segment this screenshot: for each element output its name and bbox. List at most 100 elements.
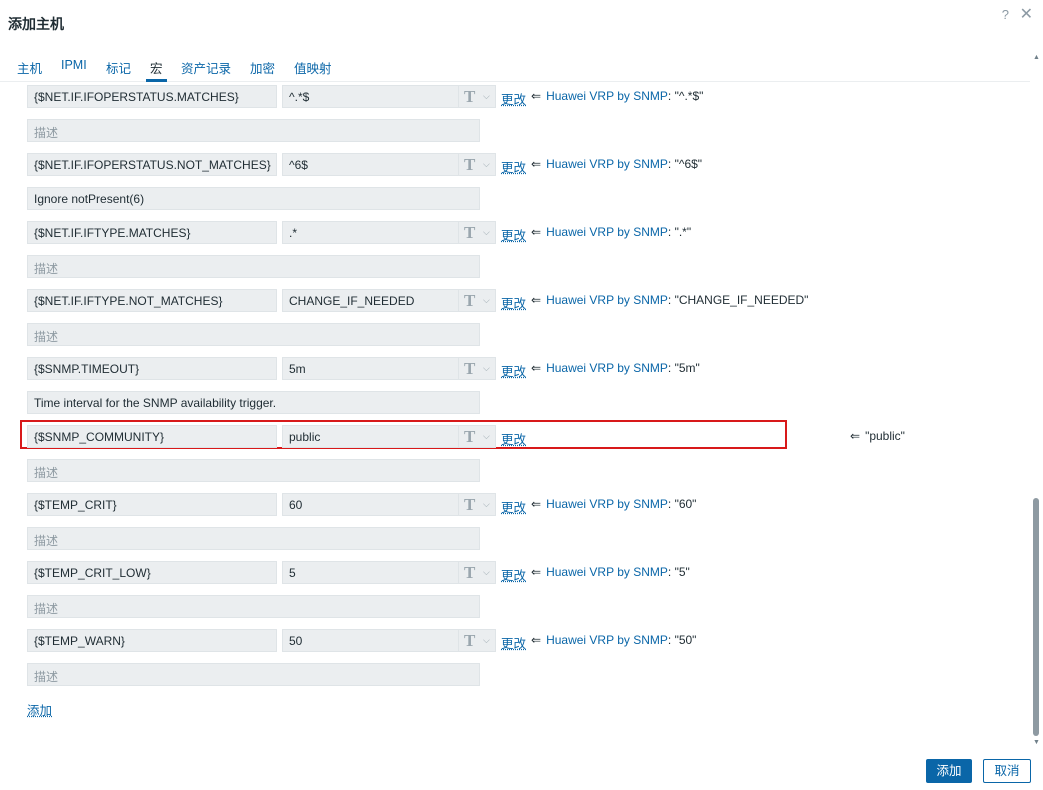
macro-value-input[interactable]: 50: [282, 629, 460, 652]
macro-description-input[interactable]: 描述: [27, 255, 480, 278]
text-type-icon: T: [464, 87, 476, 106]
template-link[interactable]: Huawei VRP by SNMP: [546, 633, 668, 647]
text-type-icon: T: [464, 563, 476, 582]
tab-ipmi[interactable]: IPMI: [61, 58, 87, 72]
change-link[interactable]: 更改: [501, 361, 526, 380]
value-type-select[interactable]: T ⌵: [458, 289, 496, 312]
help-icon[interactable]: ?: [1002, 7, 1009, 22]
chevron-down-icon: ⌵: [483, 499, 490, 509]
chevron-down-icon: ⌵: [483, 431, 490, 441]
macro-name-input[interactable]: {$SNMP.TIMEOUT}: [27, 357, 277, 380]
change-link[interactable]: 更改: [501, 497, 526, 516]
text-type-icon: T: [464, 155, 476, 174]
macro-name-input[interactable]: {$NET.IF.IFOPERSTATUS.MATCHES}: [27, 85, 277, 108]
inherited-value-text: "50": [674, 633, 697, 647]
inherited-value-text: ".*": [674, 225, 692, 239]
inherit-arrow-icon: ⇐: [531, 497, 542, 511]
macro-description-input[interactable]: 描述: [27, 323, 480, 346]
macro-value-input[interactable]: ^6$: [282, 153, 460, 176]
value-type-select[interactable]: T ⌵: [458, 153, 496, 176]
value-type-select[interactable]: T ⌵: [458, 221, 496, 244]
value-type-select[interactable]: T ⌵: [458, 357, 496, 380]
macro-value-input[interactable]: ^.*$: [282, 85, 460, 108]
macro-value-input[interactable]: .*: [282, 221, 460, 244]
macro-value-input[interactable]: 5m: [282, 357, 460, 380]
tab-bar: 主机 IPMI 标记 宏 资产记录 加密 值映射: [0, 52, 1030, 82]
value-type-select[interactable]: T ⌵: [458, 493, 496, 516]
change-link[interactable]: 更改: [501, 633, 526, 652]
template-link[interactable]: Huawei VRP by SNMP: [546, 565, 668, 579]
inherit-arrow-icon: ⇐: [531, 565, 542, 579]
inherit-arrow-icon: ⇐: [531, 361, 542, 375]
text-type-icon: T: [464, 359, 476, 378]
macro-value-input[interactable]: CHANGE_IF_NEEDED: [282, 289, 460, 312]
macro-name-input[interactable]: {$NET.IF.IFTYPE.NOT_MATCHES}: [27, 289, 277, 312]
inherited-value-text: "CHANGE_IF_NEEDED": [674, 293, 809, 307]
macro-name-input[interactable]: {$NET.IF.IFTYPE.MATCHES}: [27, 221, 277, 244]
change-link[interactable]: 更改: [501, 157, 526, 176]
close-icon[interactable]: ✕: [1020, 4, 1033, 24]
add-macro-link[interactable]: 添加: [27, 700, 52, 719]
macro-name-input[interactable]: {$SNMP_COMMUNITY}: [27, 425, 277, 448]
value-type-select[interactable]: T ⌵: [458, 425, 496, 448]
template-link[interactable]: Huawei VRP by SNMP: [546, 89, 668, 103]
macro-description-input[interactable]: 描述: [27, 459, 480, 482]
macro-name-input[interactable]: {$NET.IF.IFOPERSTATUS.NOT_MATCHES}: [27, 153, 277, 176]
scroll-up-icon[interactable]: ▲: [1033, 54, 1040, 61]
macro-name-input[interactable]: {$TEMP_CRIT_LOW}: [27, 561, 277, 584]
tab-macros[interactable]: 宏: [146, 58, 166, 82]
macro-description-input[interactable]: Time interval for the SNMP availability …: [27, 391, 480, 414]
change-link[interactable]: 更改: [501, 565, 526, 584]
inherited-value: ⇐ Huawei VRP by SNMP: "5": [531, 565, 690, 579]
tab-encryption[interactable]: 加密: [250, 58, 275, 77]
tab-tags[interactable]: 标记: [106, 58, 131, 77]
change-link[interactable]: 更改: [501, 89, 526, 108]
template-link[interactable]: Huawei VRP by SNMP: [546, 157, 668, 171]
inherited-value: ⇐ Huawei VRP by SNMP: "5m": [531, 361, 700, 375]
template-link[interactable]: Huawei VRP by SNMP: [546, 225, 668, 239]
inherited-value: ⇐ Huawei VRP by SNMP: "CHANGE_IF_NEEDED": [531, 293, 809, 307]
macro-description-input[interactable]: 描述: [27, 527, 480, 550]
text-type-icon: T: [464, 291, 476, 310]
macro-list: {$NET.IF.IFOPERSTATUS.MATCHES} ^.*$ T ⌵ 更改 ⇐ H…: [0, 83, 1030, 750]
value-type-select[interactable]: T ⌵: [458, 629, 496, 652]
text-type-icon: T: [464, 631, 476, 650]
text-type-icon: T: [464, 223, 476, 242]
tab-value-mapping[interactable]: 值映射: [294, 58, 332, 77]
template-link[interactable]: Huawei VRP by SNMP: [546, 361, 668, 375]
chevron-down-icon: ⌵: [483, 159, 490, 169]
cancel-button[interactable]: 取消: [983, 759, 1031, 783]
macro-description-input[interactable]: 描述: [27, 119, 480, 142]
dialog-title: 添加主机: [8, 16, 64, 32]
tab-host[interactable]: 主机: [17, 58, 42, 77]
chevron-down-icon: ⌵: [483, 635, 490, 645]
inherit-arrow-icon: ⇐: [850, 429, 861, 443]
macro-description-input[interactable]: 描述: [27, 663, 480, 686]
scrollbar-thumb[interactable]: [1033, 498, 1039, 736]
text-type-icon: T: [464, 427, 476, 446]
template-link[interactable]: Huawei VRP by SNMP: [546, 497, 668, 511]
macro-name-input[interactable]: {$TEMP_WARN}: [27, 629, 277, 652]
chevron-down-icon: ⌵: [483, 295, 490, 305]
change-link[interactable]: 更改: [501, 293, 526, 312]
macro-value-input[interactable]: 5: [282, 561, 460, 584]
add-button[interactable]: 添加: [926, 759, 972, 783]
inherit-arrow-icon: ⇐: [531, 633, 542, 647]
macro-value-input[interactable]: public: [282, 425, 460, 448]
scroll-down-icon[interactable]: ▼: [1033, 739, 1040, 746]
inherited-value: ⇐ "public": [850, 429, 905, 443]
inherited-value-text: "public": [865, 429, 905, 443]
tab-inventory[interactable]: 资产记录: [181, 58, 231, 77]
macro-description-input[interactable]: Ignore notPresent(6): [27, 187, 480, 210]
inherit-arrow-icon: ⇐: [531, 225, 542, 239]
macro-description-input[interactable]: 描述: [27, 595, 480, 618]
change-link[interactable]: 更改: [501, 225, 526, 244]
change-link[interactable]: 更改: [501, 429, 526, 448]
add-host-dialog: 添加主机 ? ✕ 主机 IPMI 标记 宏 资产记录 加密 值映射 {$NET.…: [0, 0, 1043, 790]
macro-value-input[interactable]: 60: [282, 493, 460, 516]
macro-name-input[interactable]: {$TEMP_CRIT}: [27, 493, 277, 516]
template-link[interactable]: Huawei VRP by SNMP: [546, 293, 668, 307]
value-type-select[interactable]: T ⌵: [458, 85, 496, 108]
scrollbar[interactable]: ▲ ▼: [1031, 52, 1041, 750]
value-type-select[interactable]: T ⌵: [458, 561, 496, 584]
